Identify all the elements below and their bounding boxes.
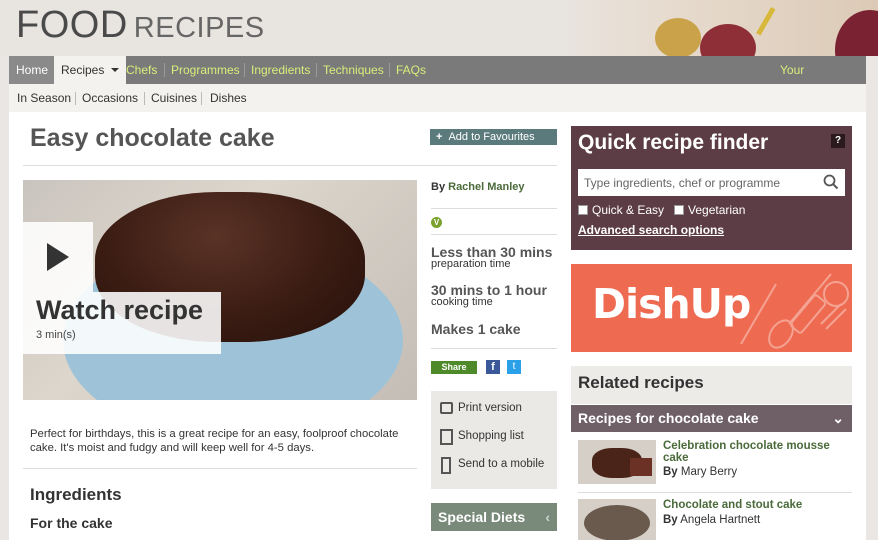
share-button[interactable]: Share [431, 361, 477, 374]
watch-recipe-duration: 3 min(s) [36, 329, 76, 341]
related-by: By [663, 514, 678, 526]
divider [431, 348, 557, 349]
recipe-author: By Rachel Manley [431, 181, 525, 193]
beetroot-image [655, 18, 701, 56]
primary-nav: Home Recipes Chefs Programmes Ingredient… [9, 56, 866, 105]
by-prefix: By [431, 181, 446, 193]
nav-home[interactable]: Home [9, 56, 56, 84]
divider [578, 492, 852, 493]
author-link[interactable]: Rachel Manley [448, 181, 524, 193]
nav-programmes[interactable]: Programmes [164, 56, 247, 84]
watch-recipe-title: Watch recipe [36, 295, 204, 325]
divider [431, 208, 557, 209]
related-recipe-author: By Angela Hartnett [663, 514, 760, 526]
related-thumbnail[interactable] [578, 499, 656, 540]
secondary-nav: In Season Occasions Cuisines Dishes [9, 84, 866, 112]
related-recipes-heading: Related recipes [578, 373, 704, 392]
cook-time-label: cooking time [431, 296, 493, 308]
nav-recipes[interactable]: Recipes [54, 56, 127, 84]
related-subheading: Recipes for chocolate cake [578, 410, 759, 426]
nav-chefs[interactable]: Chefs [119, 56, 164, 84]
help-icon[interactable]: ? [831, 134, 845, 148]
printer-icon [440, 402, 453, 414]
related-thumbnail[interactable] [578, 440, 656, 484]
divider [23, 165, 557, 166]
related-by: By [663, 466, 678, 478]
divider [23, 468, 417, 469]
facebook-icon[interactable]: f [486, 360, 500, 374]
related-recipe-title[interactable]: Celebration chocolate mousse cake [663, 440, 843, 464]
twitter-icon[interactable]: t [507, 360, 521, 374]
dishup-logo: DishUp [592, 280, 751, 328]
recipe-intro: Perfect for birthdays, this is a great r… [30, 428, 399, 454]
related-recipe-title[interactable]: Chocolate and stout cake [663, 499, 843, 512]
related-recipe-author: By Mary Berry [663, 466, 737, 478]
related-author-name[interactable]: Angela Hartnett [680, 514, 760, 526]
print-version-link[interactable]: Print version [458, 402, 522, 414]
subnav-dishes[interactable]: Dishes [210, 84, 247, 112]
serves: Makes 1 cake [431, 321, 521, 337]
plus-icon: + [436, 131, 443, 143]
quick-easy-checkbox[interactable] [578, 205, 588, 215]
nav-separator [75, 92, 76, 105]
vegetarian-label: Vegetarian [688, 203, 746, 217]
search-input[interactable] [578, 169, 845, 196]
subnav-cuisines[interactable]: Cuisines [151, 84, 197, 112]
vegetarian-icon: V [431, 217, 442, 228]
subnav-in-season[interactable]: In Season [17, 84, 71, 112]
site-logo[interactable]: FOOD RECIPES [16, 4, 265, 47]
for-the-cake-heading: For the cake [30, 515, 113, 531]
nav-favourites[interactable]: Your Favourites [773, 56, 866, 105]
chevron-left-icon: ‹ [545, 509, 550, 525]
related-author-name[interactable]: Mary Berry [681, 466, 737, 478]
list-icon [440, 429, 453, 445]
finder-title: Quick recipe finder [578, 131, 769, 154]
special-diets-label: Special Diets [438, 509, 526, 525]
chevron-down-icon: ⌄ [832, 410, 844, 426]
stout-cake-image [584, 505, 650, 540]
logo-main: FOOD [16, 4, 128, 46]
ingredients-heading: Ingredients [30, 485, 122, 504]
nav-separator [144, 92, 145, 105]
nav-faqs[interactable]: FAQs [389, 56, 433, 84]
add-to-favourites-label: Add to Favourites [448, 131, 535, 143]
related-recipes-toggle[interactable]: Recipes for chocolate cake ⌄ [571, 405, 852, 432]
nav-separator [201, 92, 202, 105]
shopping-list-link[interactable]: Shopping list [458, 430, 524, 442]
advanced-search-link[interactable]: Advanced search options [578, 223, 724, 237]
divider [431, 234, 557, 235]
quick-easy-label: Quick & Easy [592, 203, 665, 217]
mobile-icon [441, 457, 451, 474]
cake-slice-image [630, 458, 652, 476]
page-title: Easy chocolate cake [30, 124, 275, 152]
prep-time-label: preparation time [431, 258, 511, 270]
search-icon[interactable] [823, 174, 839, 190]
share-label: Share [441, 362, 467, 372]
special-diets-toggle[interactable]: Special Diets ‹ [431, 503, 557, 531]
send-to-mobile-link[interactable]: Send to a mobile [458, 458, 544, 470]
vegetarian-checkbox[interactable] [674, 205, 684, 215]
nav-recipes-label: Recipes [61, 63, 105, 77]
nav-techniques[interactable]: Techniques [316, 56, 391, 84]
subnav-occasions[interactable]: Occasions [82, 84, 138, 112]
play-icon [47, 243, 69, 271]
add-to-favourites-button[interactable]: + Add to Favourites [430, 129, 557, 145]
logo-sub: RECIPES [133, 12, 265, 44]
nav-ingredients[interactable]: Ingredients [244, 56, 317, 84]
